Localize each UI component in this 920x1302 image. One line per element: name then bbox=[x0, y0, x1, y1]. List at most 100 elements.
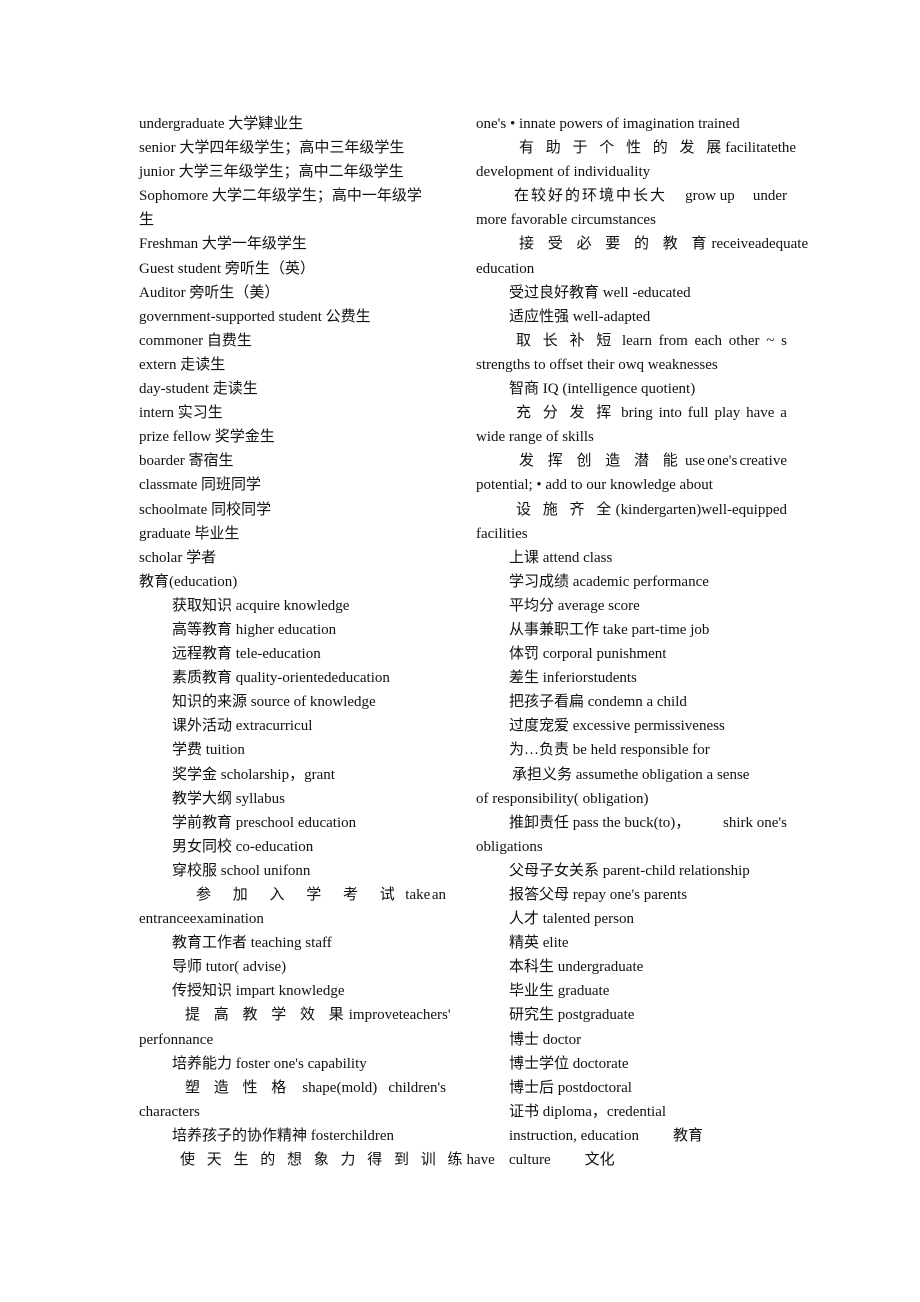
section-heading: 教育(education) bbox=[139, 573, 238, 590]
vocab-line: 适应性强 well-adapted bbox=[509, 308, 651, 325]
vocab-en: take bbox=[405, 887, 431, 903]
vocab-zh: 有 助 于 个 性 的 发 展 bbox=[519, 140, 726, 157]
vocab-en: one's bbox=[707, 453, 738, 470]
vocab-line: 从事兼职工作 take part-time job bbox=[509, 621, 710, 638]
vocab-line-justified: 提 高 教 学 效 果 improveteachers' bbox=[139, 1003, 451, 1027]
vocab-line: 穿校服 school unifonn bbox=[172, 862, 311, 879]
vocab-line: junior 大学三年级学生；高中二年级学生 bbox=[139, 164, 404, 181]
vocab-line-continued: one's • innate powers of imagination tra… bbox=[476, 116, 740, 132]
vocab-line: 课外活动 extracurricul bbox=[172, 718, 313, 735]
vocab-line-continued: potential; • add to our knowledge about bbox=[476, 477, 713, 494]
vocab-line: senior 大学四年级学生；高中三年级学生 bbox=[139, 140, 405, 157]
vocab-line-justified: 发 挥 创 造 潜 能 use one's creative bbox=[476, 449, 787, 473]
right-column: one's • innate powers of imagination tra… bbox=[476, 112, 808, 1172]
vocab-line-continued: obligations bbox=[476, 838, 543, 855]
vocab-en: improveteachers' bbox=[348, 1007, 451, 1024]
vocab-line: 男女同校 co-education bbox=[172, 838, 314, 855]
vocab-line: Guest student 旁听生（英） bbox=[139, 260, 315, 277]
vocab-line: scholar 学者 bbox=[139, 549, 217, 566]
vocab-line-continued: strengths to offset their owq weaknesses bbox=[476, 356, 718, 373]
vocab-line-justified: 充 分 发 挥 bring into full play have a bbox=[476, 401, 787, 425]
vocab-en: shape(mold) bbox=[302, 1079, 378, 1096]
vocab-line: 教学大纲 syllabus bbox=[172, 790, 285, 807]
vocab-line: Sophomore 大学二年级学生；高中一年级学 bbox=[139, 188, 422, 205]
vocab-line: 学习成绩 academic performance bbox=[509, 573, 709, 590]
document-page: undergraduate 大学肄业生 senior 大学四年级学生；高中三年级… bbox=[0, 0, 920, 1302]
vocab-line: 素质教育 quality-orientededucation bbox=[172, 670, 390, 687]
vocab-en: from bbox=[658, 332, 688, 349]
vocab-en: ~ bbox=[766, 332, 775, 349]
vocab-zh: 发 挥 创 造 潜 能 bbox=[519, 453, 683, 470]
vocab-line: 证书 diploma，credential bbox=[509, 1103, 667, 1120]
vocab-line: commoner 自费生 bbox=[139, 332, 252, 349]
vocab-en: an bbox=[431, 887, 446, 903]
vocab-line: 奖学金 scholarship，grant bbox=[172, 766, 335, 783]
vocab-zh: 使 天 生 的 想 象 力 得 到 训 练 bbox=[180, 1152, 467, 1169]
vocab-line-justified: 取 长 补 短 learn from each other ~ s bbox=[476, 329, 787, 353]
vocab-line: 学前教育 preschool education bbox=[172, 814, 357, 831]
vocab-en: full bbox=[687, 405, 709, 422]
vocab-line: 受过良好教育 well -educated bbox=[509, 284, 691, 301]
vocab-line: graduate 毕业生 bbox=[139, 525, 240, 542]
vocab-en: play bbox=[714, 405, 741, 422]
vocab-zh: 设 施 齐 全 bbox=[516, 501, 616, 518]
vocab-zh: 取 长 补 短 bbox=[516, 332, 616, 349]
vocab-line: 培养能力 foster one's capability bbox=[172, 1055, 367, 1072]
vocab-line-continued: facilities bbox=[476, 525, 528, 542]
vocab-line-continued: characters bbox=[139, 1103, 200, 1120]
vocab-en: other bbox=[728, 332, 760, 349]
vocab-line: instruction, education 教育 bbox=[476, 1124, 787, 1148]
vocab-line: 博士学位 doctorate bbox=[509, 1055, 629, 1072]
vocab-line: intern 实习生 bbox=[139, 405, 223, 422]
vocab-line: undergraduate 大学肄业生 bbox=[139, 116, 304, 132]
vocab-zh: 提 高 教 学 效 果 bbox=[185, 1007, 349, 1024]
vocab-en: a bbox=[780, 405, 787, 422]
vocab-line-justified: 塑 造 性 格 shape(mold) children's bbox=[139, 1076, 446, 1100]
vocab-line-continued: entranceexamination bbox=[139, 911, 264, 928]
vocab-en: adequate bbox=[754, 236, 809, 253]
vocab-line: 高等教育 higher education bbox=[172, 621, 337, 638]
vocab-zh: 在较好的环境中长大 bbox=[514, 188, 668, 205]
vocab-en: use bbox=[684, 453, 705, 470]
vocab-en: creative bbox=[739, 453, 787, 470]
vocab-line-continued: of responsibility( obligation) bbox=[476, 790, 649, 807]
vocab-en: learn bbox=[621, 332, 652, 349]
vocab-line: extern 走读生 bbox=[139, 356, 226, 373]
vocab-line: prize fellow 奖学金生 bbox=[139, 429, 275, 446]
vocab-line: 获取知识 acquire knowledge bbox=[172, 597, 350, 614]
left-column: undergraduate 大学肄业生 senior 大学四年级学生；高中三年级… bbox=[139, 112, 495, 1172]
vocab-en: facilitate bbox=[725, 140, 778, 157]
vocab-line: 远程教育 tele-education bbox=[172, 646, 321, 663]
vocab-line: 报答父母 repay one's parents bbox=[509, 887, 688, 903]
vocab-line-justified: 接 受 必 要 的 教 育 receive adequate bbox=[476, 232, 808, 256]
vocab-line-continued: education bbox=[476, 260, 535, 277]
vocab-en: the bbox=[777, 140, 797, 157]
vocab-line-continued: more favorable circumstances bbox=[476, 212, 656, 229]
vocab-line: 本科生 undergraduate bbox=[509, 959, 644, 976]
vocab-line-continued: perfonnance bbox=[139, 1031, 214, 1048]
vocab-en: s bbox=[781, 332, 787, 349]
vocab-zh: 推卸责任 pass the buck(to)， bbox=[509, 814, 691, 831]
vocab-line: 毕业生 graduate bbox=[509, 983, 610, 1000]
vocab-en: have bbox=[746, 405, 775, 422]
vocab-line: 平均分 average score bbox=[509, 597, 640, 614]
vocab-line: 导师 tutor( advise) bbox=[172, 959, 287, 976]
vocab-line-justified: 在较好的环境中长大 grow up under bbox=[476, 184, 787, 208]
vocab-line: 博士 doctor bbox=[509, 1031, 582, 1048]
vocab-line: boarder 寄宿生 bbox=[139, 453, 234, 470]
vocab-en: (kindergarten)well-equipped bbox=[615, 501, 787, 518]
vocab-line: classmate 同班同学 bbox=[139, 477, 262, 494]
vocab-line: 智商 IQ (intelligence quotient) bbox=[509, 381, 696, 398]
vocab-line: day-student 走读生 bbox=[139, 381, 258, 398]
vocab-line: 教育工作者 teaching staff bbox=[172, 935, 332, 952]
vocab-line: government-supported student 公费生 bbox=[139, 308, 371, 325]
vocab-line: 过度宠爱 excessive permissiveness bbox=[509, 718, 725, 735]
vocab-line: 学费 tuition bbox=[172, 742, 245, 759]
vocab-line-justified: 推卸责任 pass the buck(to)， shirk one's bbox=[476, 811, 787, 835]
vocab-line: 培养孩子的协作精神 fosterchildren bbox=[172, 1127, 395, 1144]
vocab-zh: 塑 造 性 格 bbox=[185, 1079, 292, 1096]
vocab-zh: 充 分 发 挥 bbox=[516, 405, 616, 422]
vocab-line: 承担义务 assumethe obligation a sense bbox=[512, 766, 750, 783]
vocab-line: culture 文化 bbox=[476, 1148, 787, 1172]
vocab-line: 把孩子看扁 condemn a child bbox=[509, 694, 687, 711]
